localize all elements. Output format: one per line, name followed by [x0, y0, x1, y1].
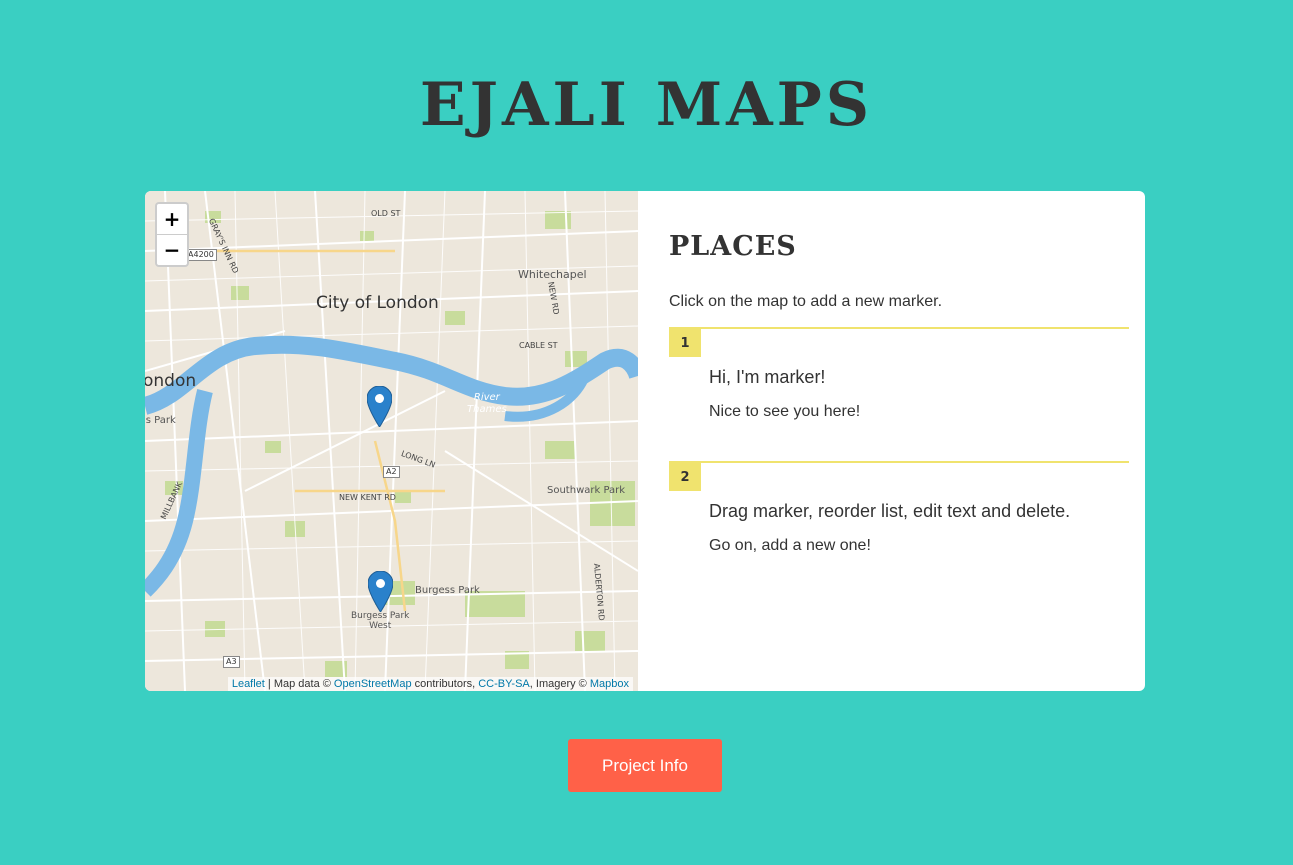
attribution-text-3: , Imagery © — [529, 678, 590, 690]
mapbox-link[interactable]: Mapbox — [590, 678, 629, 690]
map[interactable]: City of London ondon Whitechapel OLD ST … — [145, 191, 638, 691]
map-label-whitechapel: Whitechapel — [518, 268, 587, 281]
map-label-burgess: Burgess Park — [415, 585, 480, 596]
place-item-1[interactable]: 1 Hi, I'm marker! Nice to see you here! — [669, 327, 1129, 449]
map-label-city: City of London — [316, 293, 439, 313]
place-title[interactable]: Drag marker, reorder list, edit text and… — [709, 501, 1070, 522]
place-title[interactable]: Hi, I'm marker! — [709, 367, 825, 388]
map-attribution: Leaflet | Map data © OpenStreetMap contr… — [227, 677, 633, 691]
place-number: 2 — [669, 463, 701, 491]
app-title: EJALI MAPS — [419, 70, 874, 140]
map-label-park: 's Park — [145, 415, 176, 426]
road-shield-a2: A2 — [383, 466, 400, 478]
map-marker-1[interactable] — [366, 385, 393, 428]
places-heading: PLACES — [669, 231, 797, 262]
place-text[interactable]: Go on, add a new one! — [709, 537, 871, 555]
license-link[interactable]: CC-BY-SA — [478, 678, 530, 690]
project-info-button[interactable]: Project Info — [568, 739, 722, 792]
openstreetmap-link[interactable]: OpenStreetMap — [334, 678, 412, 690]
map-label-river: River Thames — [467, 392, 507, 415]
map-label-southwark: Southwark Park — [547, 485, 626, 496]
place-item-2[interactable]: 2 Drag marker, reorder list, edit text a… — [669, 461, 1129, 583]
zoom-out-button[interactable]: − — [157, 235, 187, 265]
attribution-text-2: contributors, — [411, 678, 479, 690]
map-label-cable-st: CABLE ST — [519, 341, 558, 350]
map-pin-icon — [366, 385, 393, 428]
map-label-old-st: OLD ST — [371, 209, 401, 218]
map-pin-icon — [367, 570, 394, 613]
place-number: 1 — [669, 329, 701, 357]
road-shield-a3: A3 — [223, 656, 240, 668]
zoom-control: + − — [155, 202, 189, 267]
map-label-burgess-west: Burgess Park West — [351, 611, 410, 631]
places-instructions: Click on the map to add a new marker. — [669, 293, 943, 310]
place-text[interactable]: Nice to see you here! — [709, 403, 860, 421]
places-panel: PLACES Click on the map to add a new mar… — [669, 191, 1129, 691]
zoom-in-button[interactable]: + — [157, 204, 187, 235]
road-shield-a4200: A4200 — [185, 249, 217, 261]
map-label-london: ondon — [145, 371, 197, 391]
map-label-new-kent: NEW KENT RD — [339, 493, 396, 502]
map-marker-2[interactable] — [367, 570, 394, 613]
attribution-text-1: | Map data © — [264, 678, 334, 690]
leaflet-link[interactable]: Leaflet — [232, 678, 265, 690]
main-card: City of London ondon Whitechapel OLD ST … — [145, 191, 1145, 691]
